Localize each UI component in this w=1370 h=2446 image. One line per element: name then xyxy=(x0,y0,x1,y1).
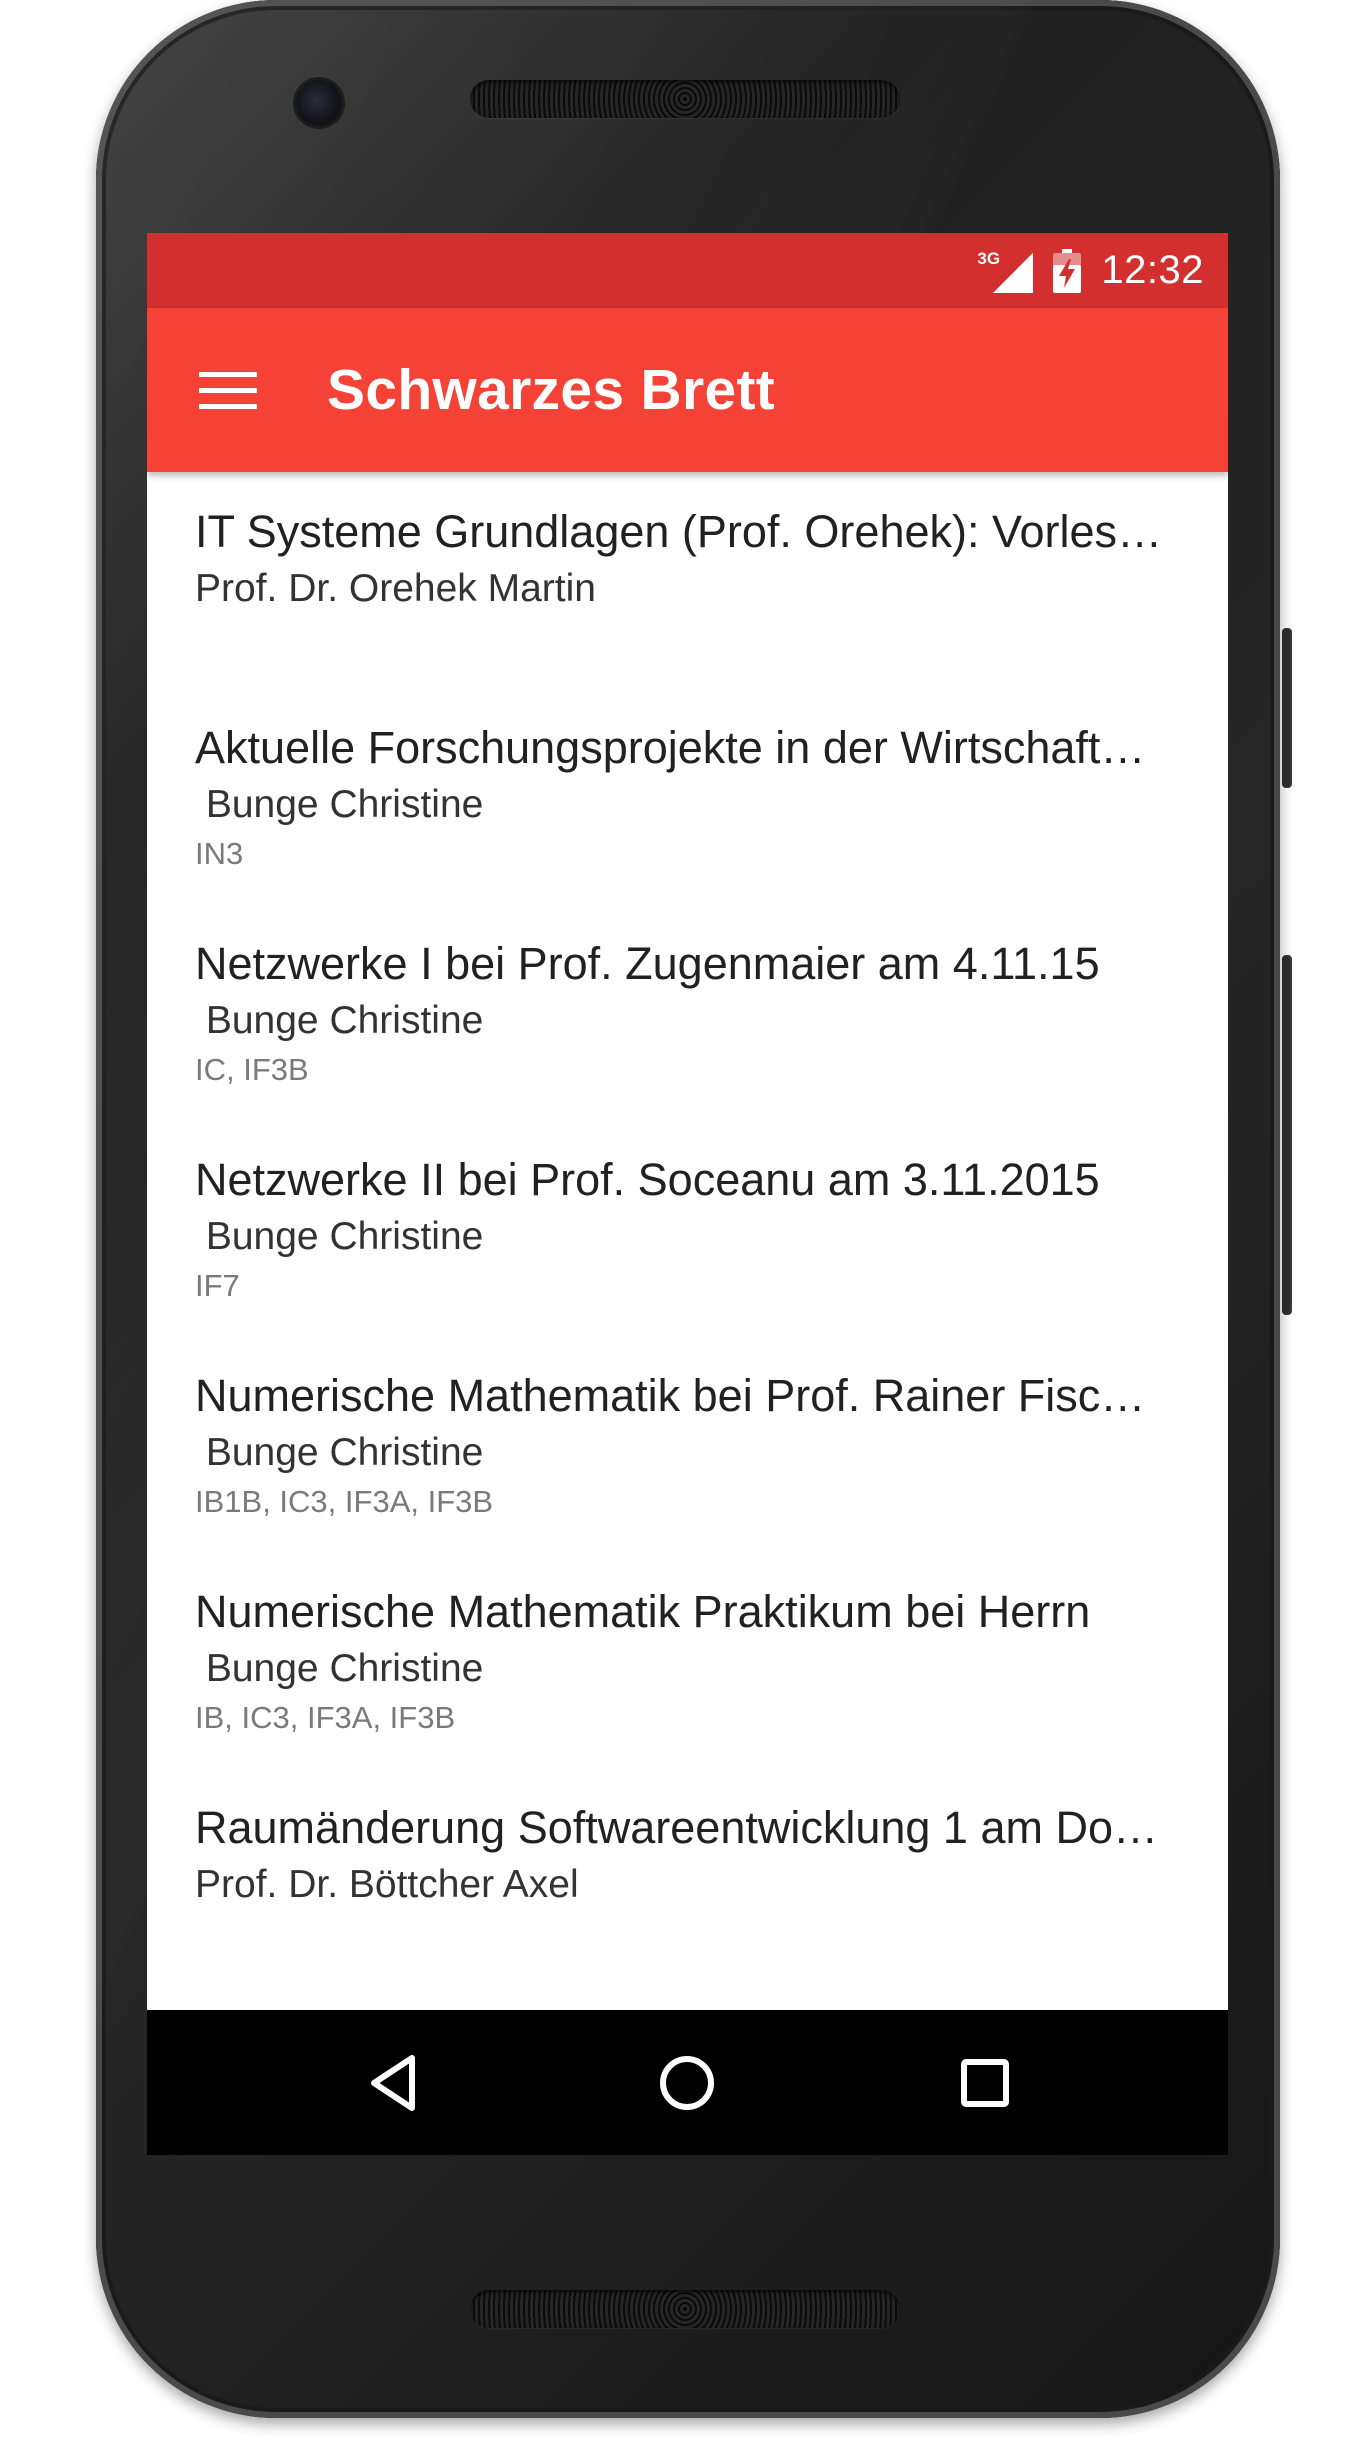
hamburger-menu-icon[interactable] xyxy=(199,360,259,420)
app-bar: Schwarzes Brett xyxy=(147,308,1228,472)
post-tags: IB1B, IC3, IF3A, IF3B xyxy=(195,1484,494,1519)
list-item[interactable]: Numerische Mathematik Praktikum bei Herr… xyxy=(147,1552,1228,1768)
post-title: IT Systeme Grundlagen (Prof. Orehek): Vo… xyxy=(195,506,1165,557)
front-camera xyxy=(296,80,342,126)
post-title: Numerische Mathematik bei Prof. Rainer F… xyxy=(195,1370,1165,1421)
post-tags: IB, IC3, IF3A, IF3B xyxy=(195,1700,456,1735)
app-title: Schwarzes Brett xyxy=(327,358,776,422)
signal-icon: 3G xyxy=(977,248,1034,293)
network-type-label: 3G xyxy=(977,248,1001,268)
battery-charging-icon-graphic xyxy=(1053,248,1082,293)
status-icons: 3G 12:32 xyxy=(977,233,1204,308)
battery-charging-icon xyxy=(1053,248,1082,293)
post-title: Netzwerke II bei Prof. Soceanu am 3.11.2… xyxy=(195,1154,1100,1205)
home-icon[interactable] xyxy=(654,2050,720,2116)
list-item[interactable]: Aktuelle Forschungsprojekte in der Wirts… xyxy=(147,688,1228,904)
post-author: Bunge Christine xyxy=(195,1431,484,1474)
post-tags: IF7 xyxy=(195,1268,240,1303)
post-title: Raumänderung Softwareentwicklung 1 am Do… xyxy=(195,1802,1165,1853)
list-item[interactable]: Netzwerke I bei Prof. Zugenmaier am 4.11… xyxy=(147,904,1228,1120)
list-item[interactable]: IT Systeme Grundlagen (Prof. Orehek): Vo… xyxy=(147,472,1228,688)
volume-button xyxy=(1282,955,1292,1315)
post-tags: IC, IF3B xyxy=(195,1052,309,1087)
post-author: Bunge Christine xyxy=(195,999,484,1042)
recents-icon-graphic xyxy=(961,2059,1009,2107)
post-list: IT Systeme Grundlagen (Prof. Orehek): Vo… xyxy=(147,472,1228,2003)
post-title: Aktuelle Forschungsprojekte in der Wirts… xyxy=(195,722,1165,773)
status-bar: 3G 12:32 xyxy=(147,233,1228,308)
post-title: Netzwerke I bei Prof. Zugenmaier am 4.11… xyxy=(195,938,1100,989)
list-item[interactable]: Raumänderung Softwareentwicklung 1 am Do… xyxy=(147,1768,1228,1984)
screen: 3G 12:32 Schwarzes Brett IT Systeme Grun… xyxy=(147,233,1228,2155)
recents-icon[interactable] xyxy=(952,2050,1018,2116)
post-author: Prof. Dr. Böttcher Axel xyxy=(195,1863,579,1906)
post-author: Prof. Dr. Orehek Martin xyxy=(195,567,596,610)
post-author: Bunge Christine xyxy=(195,783,484,826)
status-clock: 12:32 xyxy=(1101,248,1204,292)
top-speaker-grille xyxy=(470,80,900,118)
list-item[interactable]: Netzwerke II bei Prof. Soceanu am 3.11.2… xyxy=(147,1120,1228,1336)
home-icon-graphic xyxy=(660,2056,714,2110)
post-tags: IN3 xyxy=(195,836,244,871)
list-item[interactable]: Numerische Mathematik bei Prof. Rainer F… xyxy=(147,1336,1228,1552)
back-icon[interactable] xyxy=(362,2050,428,2116)
navigation-bar xyxy=(147,2010,1228,2155)
back-icon-graphic xyxy=(371,2055,415,2111)
post-author: Bunge Christine xyxy=(195,1647,484,1690)
post-title: Numerische Mathematik Praktikum bei Herr… xyxy=(195,1586,1091,1637)
bottom-speaker-grille xyxy=(470,2290,900,2328)
post-author: Bunge Christine xyxy=(195,1215,484,1258)
power-button xyxy=(1282,628,1292,788)
